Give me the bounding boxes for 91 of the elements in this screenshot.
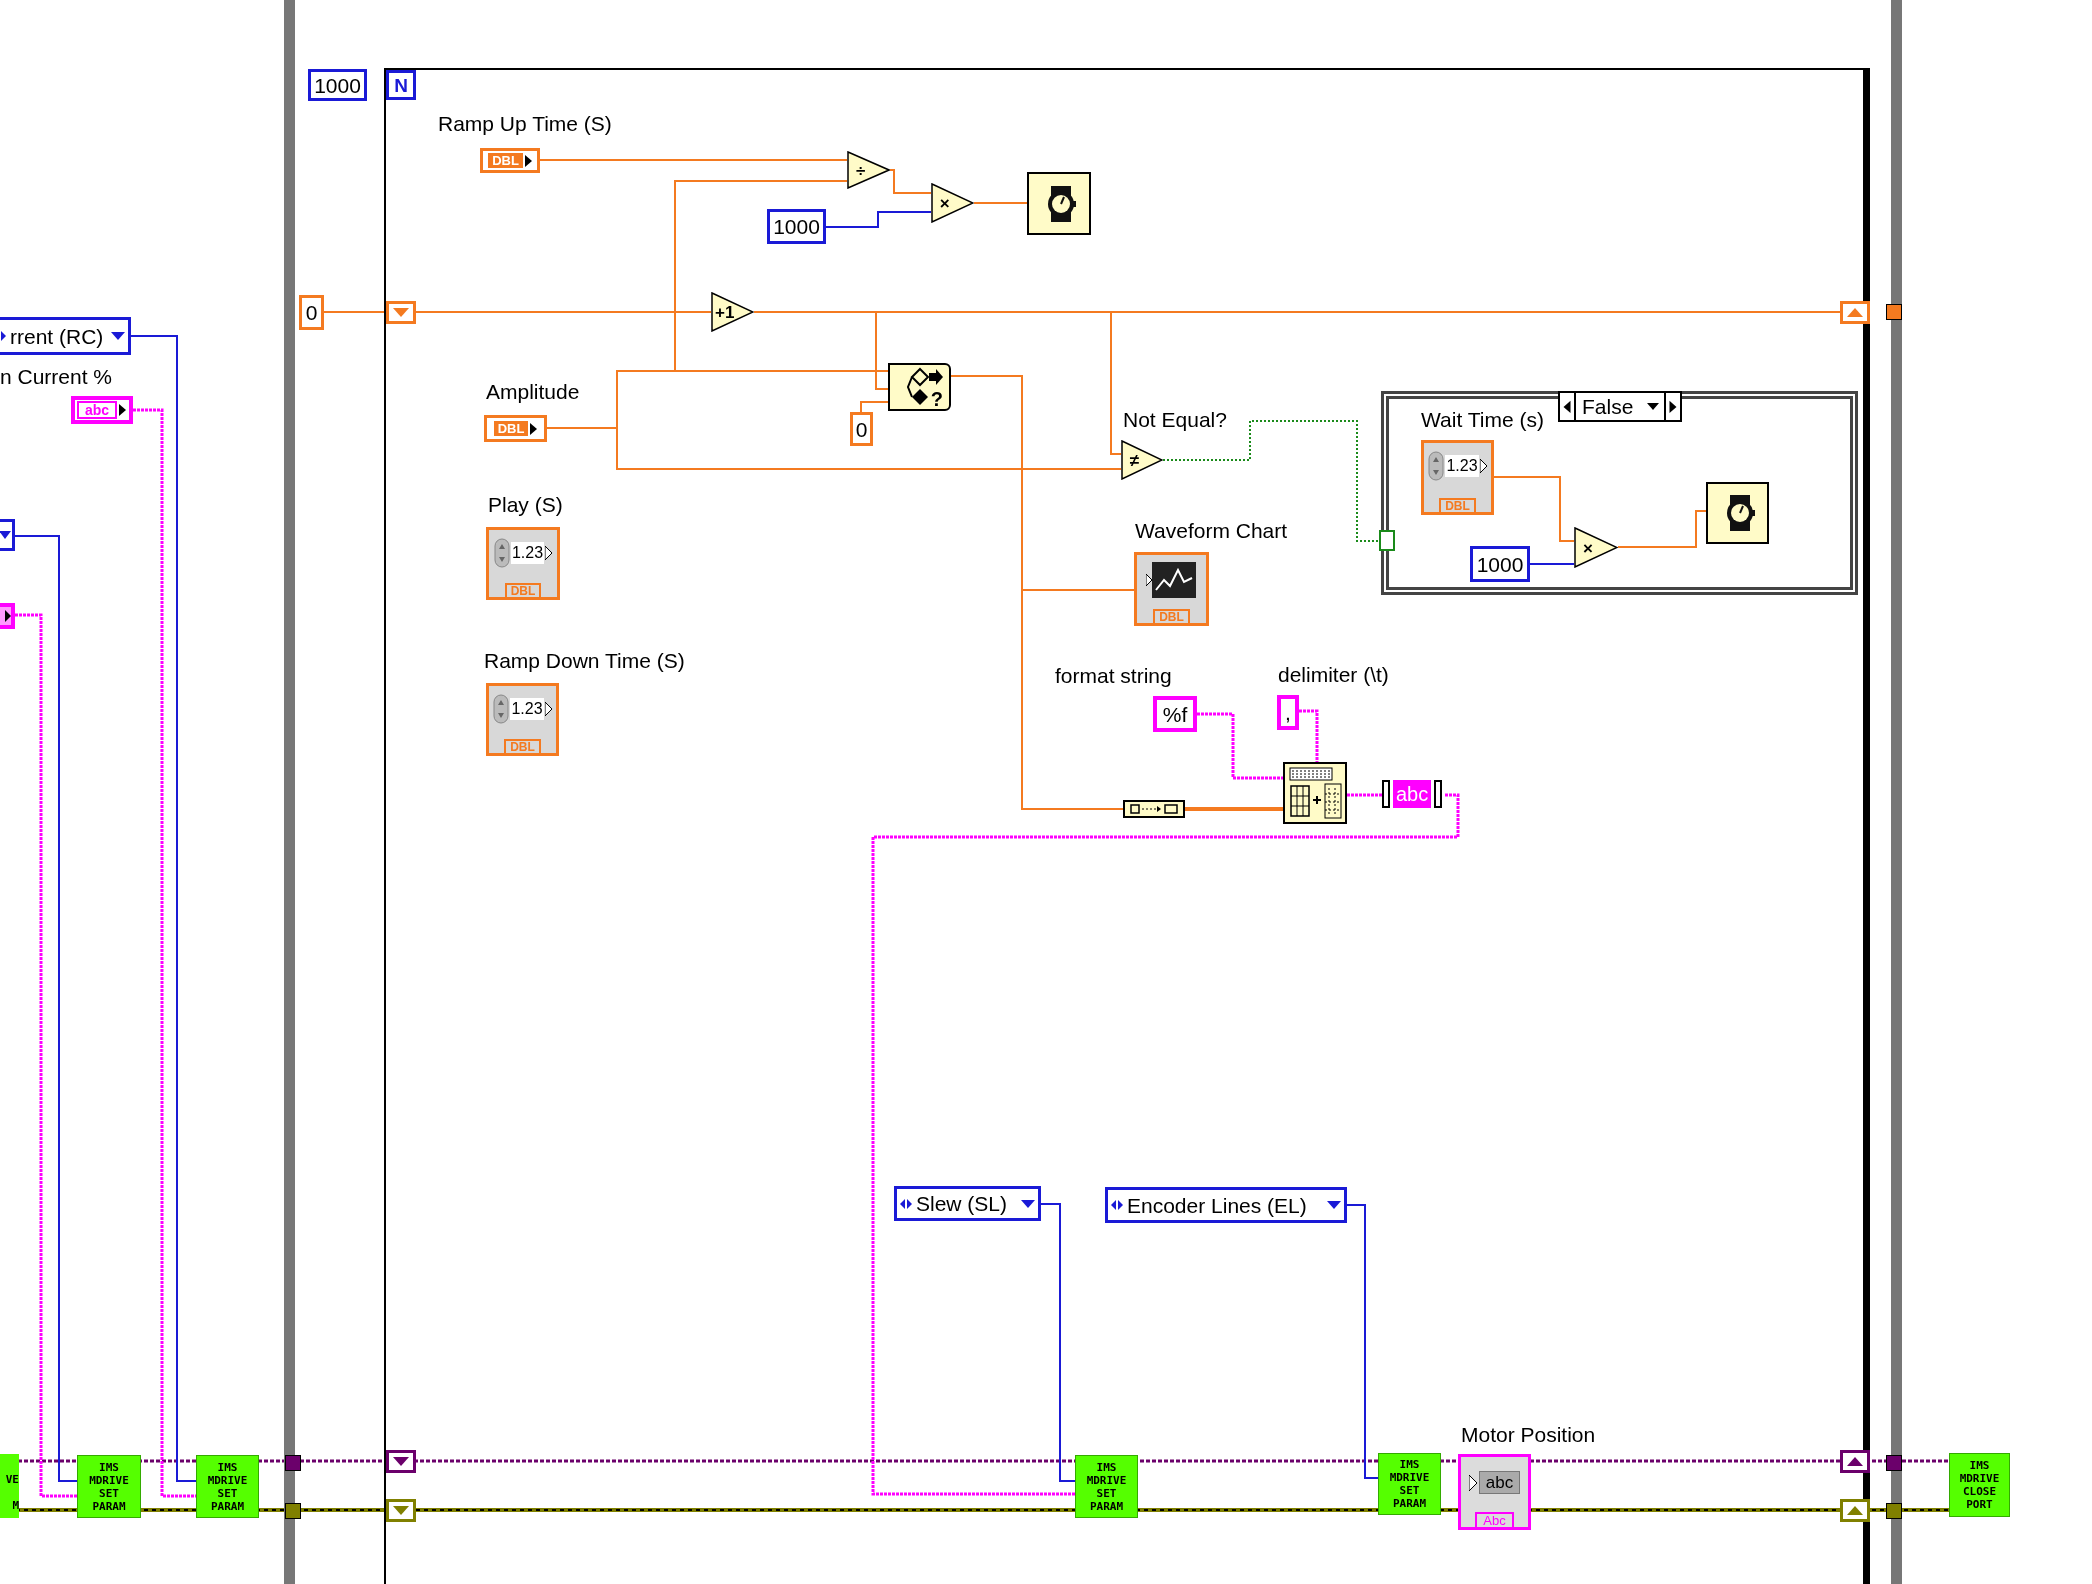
shift-register [386,301,416,324]
case-selector-terminal [1379,530,1395,551]
wire [860,401,889,413]
numeric-constant: 0 [299,295,324,330]
numeric-constant: 0 [850,412,873,446]
arrow-icon [119,404,127,416]
ring-value: rrent (RC) [10,325,104,347]
spinner-icon [1428,451,1445,481]
dropdown-icon [1646,402,1660,411]
subvi-node: IMS MDRIVE SET PARAM [196,1455,259,1518]
string-constant: , [1277,695,1299,730]
node-label: Motor Position [1461,1424,1596,1445]
chart-icon [1145,560,1198,600]
string-value: abc [1478,1471,1521,1494]
node-label: Amplitude [486,381,580,402]
arrow-icon [929,369,943,385]
string-constant: %f [1153,696,1197,732]
function-node: × [1574,527,1618,568]
node-label: Wait Time (s) [1421,409,1544,430]
ring-constant[interactable]: rrent (RC) [0,317,131,355]
subvi-node: IMS MDRIVE SET PARAM [1378,1453,1441,1515]
ring-value: Slew (SL) [916,1193,1008,1214]
data-type-label: DBL [1439,498,1476,512]
ring-constant[interactable]: Slew (SL) [894,1186,1041,1221]
question-mark: ? [930,389,943,409]
dropdown-icon [1327,1200,1341,1210]
spinner-icon [493,538,510,568]
arrow-icon [545,546,553,560]
data-type-label: DBL [1153,609,1190,623]
case-selector[interactable]: False [1558,391,1682,422]
subvi-node: IMS MDRIVE SET PARAM [1075,1455,1138,1518]
count-terminal: N [386,70,416,100]
node-label: n Current % [0,366,113,387]
increment-icon [900,1196,912,1211]
bracket-icon [1382,780,1390,808]
dropdown-icon [0,530,11,540]
increment-icon [1111,1198,1123,1212]
array-icon [1129,803,1179,815]
wire [889,169,932,194]
dropdown-icon [1021,1198,1035,1209]
arrow-icon [544,702,552,716]
data-type-label: DBL [493,421,529,436]
node-label: Ramp Up Time (S) [438,113,612,134]
data-type-label: DBL [488,153,523,168]
wire [1529,563,1575,565]
bracket-icon [1434,780,1443,808]
subvi-node: VE M [0,1454,19,1518]
arrow-icon [524,154,532,167]
function-node: ≠ [1121,440,1163,480]
string-value: abc [77,401,118,419]
tunnel [285,1503,301,1519]
subvi-node: IMS MDRIVE SET PARAM [77,1455,141,1518]
arrow-icon [5,610,11,622]
data-type-label: Abc [1475,1512,1514,1527]
numeric-constant: 1000 [1470,546,1530,582]
case-label: False [1581,394,1635,420]
function-node: +1 [711,292,754,332]
wire [973,202,1028,204]
numeric-constant: 1000 [308,69,367,101]
wire [1299,709,1319,762]
node-label: delimiter (\t) [1278,664,1389,685]
tunnel [1886,1503,1902,1519]
shift-register [386,1499,416,1522]
arrow-icon [530,422,538,435]
node-label: Waveform Chart [1135,520,1288,541]
spinner-icon [493,694,510,724]
arrow-icon [1479,459,1487,473]
dropdown-icon [111,331,125,341]
node-label: Ramp Down Time (S) [484,650,685,671]
tunnel [1886,304,1902,320]
wire [323,311,387,313]
ring-constant[interactable] [0,519,15,551]
shift-register [386,1450,416,1473]
numeric-constant: 1000 [767,209,826,244]
function-node: × [931,183,974,223]
arrow-icon [1468,1474,1477,1491]
node-label: Play (S) [488,494,563,515]
function-node: ÷ [847,151,890,189]
node-label: Not Equal? [1123,409,1227,430]
ring-constant[interactable]: Encoder Lines (EL) [1105,1187,1347,1223]
subvi-node: IMS MDRIVE CLOSE PORT [1949,1453,2010,1517]
shift-register [1840,301,1870,324]
shift-register [1840,1450,1870,1473]
string-value: abc [1393,780,1432,808]
node-label: format string [1055,665,1172,686]
shift-register [1840,1499,1870,1522]
data-type-label: DBL [504,739,541,753]
tunnel [1886,1455,1902,1471]
data-type-label: DBL [504,583,542,597]
tunnel [285,1455,301,1471]
ring-value: Encoder Lines (EL) [1127,1194,1307,1216]
